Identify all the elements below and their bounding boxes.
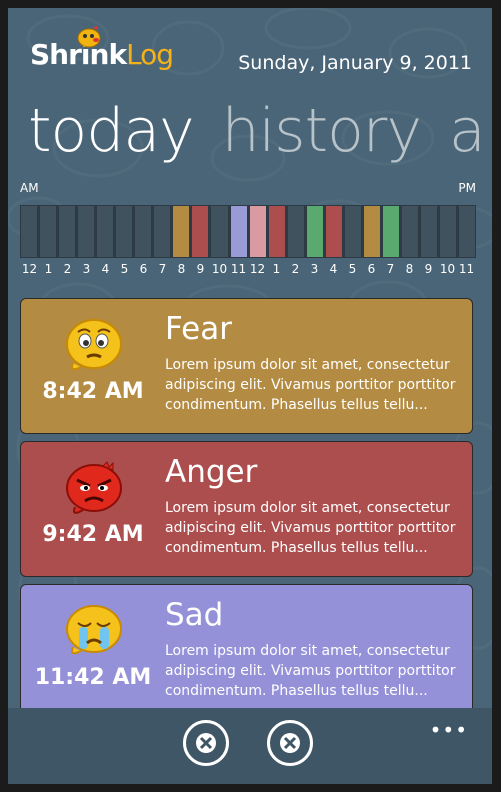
hour-label: 3 xyxy=(310,262,319,276)
entry-time: 11:42 AM xyxy=(34,665,152,690)
timeline-slot[interactable] xyxy=(172,205,191,258)
mood-entry-card[interactable]: 8:42 AM Fear Lorem ipsum dolor sit amet,… xyxy=(20,298,473,434)
timeline-slot[interactable] xyxy=(439,205,458,258)
timeline-slot[interactable] xyxy=(267,205,286,258)
pm-label: PM xyxy=(458,181,476,195)
hour-label: 4 xyxy=(101,262,110,276)
hour-label: 2 xyxy=(291,262,300,276)
timeline-slot[interactable] xyxy=(324,205,343,258)
hour-label: 1 xyxy=(272,262,281,276)
hour-label: 8 xyxy=(177,262,186,276)
timeline-slot[interactable] xyxy=(191,205,210,258)
timeline-slot[interactable] xyxy=(96,205,115,258)
timeline-slot[interactable] xyxy=(115,205,134,258)
delete-button[interactable] xyxy=(183,720,229,766)
hour-label: 5 xyxy=(348,262,357,276)
timeline-slot[interactable] xyxy=(229,205,248,258)
hour-label: 10 xyxy=(211,262,228,276)
crying-face-icon xyxy=(66,605,122,655)
timeline-slot[interactable] xyxy=(458,205,477,258)
application-bar: ••• xyxy=(8,708,492,784)
hour-label: 9 xyxy=(424,262,433,276)
entry-title: Anger xyxy=(165,454,258,490)
close-icon xyxy=(196,733,216,753)
hour-label: 3 xyxy=(82,262,91,276)
timeline-slot[interactable] xyxy=(20,205,39,258)
hour-label: 7 xyxy=(386,262,395,276)
worried-face-icon xyxy=(66,319,122,371)
timeline-slot[interactable] xyxy=(362,205,381,258)
pivot-item-history[interactable]: history xyxy=(222,96,422,166)
timeline-hour-labels: 12 1 2 3 4 5 6 7 8 9 10 11 12 1 2 3 4 5 6 7 8 9 10 11 xyxy=(20,262,476,276)
close-icon xyxy=(280,733,300,753)
hour-label: 11 xyxy=(458,262,475,276)
entry-text: Lorem ipsum dolor sit amet, consectetur … xyxy=(165,357,456,413)
timeline-slot[interactable] xyxy=(400,205,419,258)
entry-time: 8:42 AM xyxy=(42,379,144,404)
more-options-button[interactable]: ••• xyxy=(430,718,468,742)
logo-face-icon xyxy=(77,26,101,48)
pivot-item-today[interactable]: today xyxy=(28,96,195,166)
entry-title: Sad xyxy=(165,597,224,633)
timeline-slot[interactable] xyxy=(58,205,77,258)
hour-label: 5 xyxy=(120,262,129,276)
timeline-slot[interactable] xyxy=(381,205,400,258)
pivot-item-next[interactable]: a xyxy=(449,96,486,166)
logo-text-log: Log xyxy=(126,38,174,71)
hour-label: 12 xyxy=(249,262,266,276)
hour-label: 12 xyxy=(21,262,38,276)
pivot-header: today history a xyxy=(28,96,486,166)
entry-text: Lorem ipsum dolor sit amet, consectetur … xyxy=(165,500,456,556)
hour-label: 8 xyxy=(405,262,414,276)
timeline-slot[interactable] xyxy=(286,205,305,258)
mood-entry-card[interactable]: 9:42 AM Anger Lorem ipsum dolor sit amet… xyxy=(20,441,473,577)
mood-timeline xyxy=(20,205,477,258)
hour-label: 4 xyxy=(329,262,338,276)
timeline-slot[interactable] xyxy=(248,205,267,258)
angry-face-icon xyxy=(66,461,122,514)
entry-time: 9:42 AM xyxy=(42,522,144,547)
hour-label: 11 xyxy=(230,262,247,276)
timeline-slot[interactable] xyxy=(77,205,96,258)
timeline-slot[interactable] xyxy=(210,205,229,258)
timeline-slot[interactable] xyxy=(343,205,362,258)
timeline-slot[interactable] xyxy=(134,205,153,258)
mood-entry-card[interactable]: 11:42 AM Sad Lorem ipsum dolor sit amet,… xyxy=(20,584,473,720)
app-logo: ShrinkLog xyxy=(30,26,174,71)
entry-title: Fear xyxy=(165,311,232,347)
phone-screen: ShrinkLog Sunday, January 9, 2011 today h… xyxy=(8,8,492,784)
timeline-slot[interactable] xyxy=(419,205,439,258)
timeline-slot[interactable] xyxy=(153,205,172,258)
hour-label: 9 xyxy=(196,262,205,276)
hour-label: 6 xyxy=(139,262,148,276)
hour-label: 6 xyxy=(367,262,376,276)
hour-label: 10 xyxy=(439,262,456,276)
timeline-slot[interactable] xyxy=(305,205,324,258)
current-date: Sunday, January 9, 2011 xyxy=(238,52,472,74)
cancel-button[interactable] xyxy=(267,720,313,766)
timeline-slot[interactable] xyxy=(39,205,58,258)
am-label: AM xyxy=(20,181,39,195)
hour-label: 2 xyxy=(63,262,72,276)
hour-label: 1 xyxy=(44,262,53,276)
entry-text: Lorem ipsum dolor sit amet, consectetur … xyxy=(165,643,456,699)
hour-label: 7 xyxy=(158,262,167,276)
